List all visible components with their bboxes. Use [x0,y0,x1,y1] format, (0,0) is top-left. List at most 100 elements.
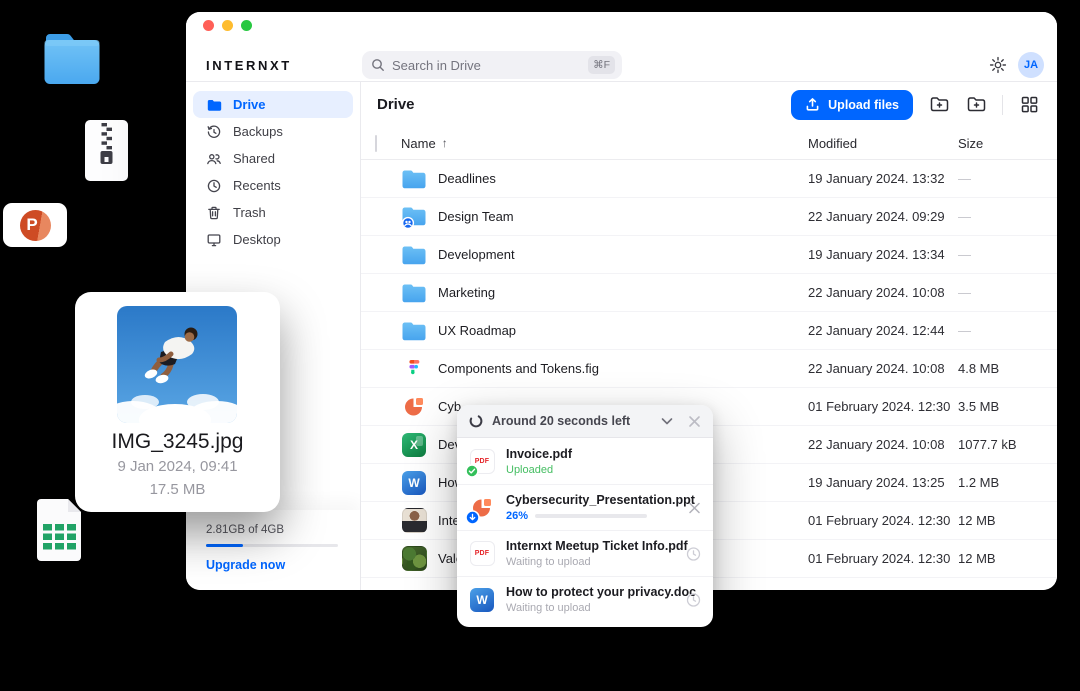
desktop-blue-folder-icon[interactable] [38,27,106,89]
upload-file-name: Invoice.pdf [506,447,572,461]
sidebar-item-label: Shared [233,151,275,166]
avatar[interactable]: JA [1018,52,1044,78]
upgrade-link[interactable]: Upgrade now [206,558,340,572]
table-header: Name ↑ Modified Size [361,127,1057,160]
settings-button[interactable] [989,56,1007,74]
upload-item[interactable]: Cybersecurity_Presentation.ppt 26% [457,484,713,530]
word-file-icon: W [470,588,494,612]
folder-plus-icon [966,94,987,115]
minimize-window-button[interactable] [222,20,233,31]
file-modified: 22 January 2024. 10:08 [808,285,958,300]
cancel-upload-icon[interactable] [688,501,701,514]
grid-view-button[interactable] [1018,94,1040,116]
gear-icon [989,56,1007,74]
file-name: Deadlines [438,171,496,186]
file-modified: 22 January 2024. 10:08 [808,437,958,452]
upload-files-button[interactable]: Upload files [791,90,913,120]
sidebar-item-label: Recents [233,178,281,193]
file-name: Development [438,247,515,262]
sidebar-item-drive[interactable]: Drive [193,91,353,118]
search-placeholder: Search in Drive [392,58,481,73]
create-folder-button[interactable] [965,94,987,116]
upload-item[interactable]: PDF Internxt Meetup Ticket Info.pdf Wait… [457,530,713,576]
search-input[interactable]: Search in Drive ⌘F [362,51,622,79]
powerpoint-logo: P [20,210,51,241]
file-size: 4.8 MB [958,361,1057,376]
file-modified: 01 February 2024. 12:30 [808,399,958,414]
file-name: Components and Tokens.fig [438,361,599,376]
image-preview-card[interactable]: IMG_3245.jpg 9 Jan 2024, 09:41 17.5 MB [75,292,280,512]
sidebar-item-backups[interactable]: Backups [193,118,353,145]
upload-status: Waiting to upload [506,556,688,568]
sidebar-item-desktop[interactable]: Desktop [193,226,353,253]
table-row[interactable]: Deadlines 19 January 2024. 13:32 — [361,160,1057,198]
file-size: 1.2 MB [958,475,1057,490]
toolbar-separator [1002,95,1003,115]
sidebar-item-recents[interactable]: Recents [193,172,353,199]
shared-folder-icon [401,204,427,230]
excel-file-icon: X [402,433,426,457]
column-header-size[interactable]: Size [958,136,1057,151]
column-header-name[interactable]: Name ↑ [401,136,808,151]
file-size: 12 MB [958,551,1057,566]
file-size: — [958,323,1057,338]
table-row[interactable]: Development 19 January 2024. 13:34 — [361,236,1057,274]
blue-folder-icon [401,280,427,306]
upload-button-label: Upload files [828,98,899,112]
upload-folder-button[interactable] [928,94,950,116]
spinner-icon [469,414,483,428]
powerpoint-app-icon[interactable]: P [3,203,67,247]
photo-plant-thumbnail [402,546,427,571]
upload-arrow-icon [805,97,820,112]
sidebar-item-trash[interactable]: Trash [193,199,353,226]
upload-file-name: How to protect your privacy.doc [506,585,696,599]
file-size: 3.5 MB [958,399,1057,414]
upload-status: Waiting to upload [506,602,696,614]
file-modified: 19 January 2024. 13:34 [808,247,958,262]
photo-person-thumbnail [402,508,427,533]
monitor-icon [206,232,222,248]
storage-fill [206,544,243,547]
toolbar: Drive Upload files [361,82,1057,127]
page-title: Drive [377,96,415,113]
trash-icon [206,205,222,221]
people-icon [206,151,222,167]
window-header: INTERNXT Search in Drive ⌘F JA [186,12,1057,82]
blue-folder-icon [401,166,427,192]
maximize-window-button[interactable] [241,20,252,31]
clock-icon [686,546,701,561]
zip-file-icon[interactable] [84,119,129,182]
file-modified: 19 January 2024. 13:25 [808,475,958,490]
clock-icon [686,592,701,607]
close-window-button[interactable] [203,20,214,31]
sidebar-item-shared[interactable]: Shared [193,145,353,172]
spreadsheet-file-icon[interactable] [33,497,83,563]
table-row[interactable]: Design Team 22 January 2024. 09:29 — [361,198,1057,236]
desktop-background: { "window": { "traffic_lights": { "close… [0,0,1080,691]
word-file-icon: W [402,471,426,495]
upload-percent: 26% [506,510,528,522]
upload-item[interactable]: PDF Invoice.pdf Uploaded [457,438,713,484]
sidebar-item-label: Backups [233,124,283,139]
file-name: UX Roadmap [438,323,516,338]
preview-size: 17.5 MB [75,481,280,498]
backup-restore-icon [206,124,222,140]
sidebar-item-label: Drive [233,97,266,112]
chevron-down-icon[interactable] [660,414,674,428]
powerpoint-file-icon [401,394,427,420]
table-row[interactable]: Marketing 22 January 2024. 10:08 — [361,274,1057,312]
upload-progress-popup: Around 20 seconds left PDF Invoice.pdf U… [457,405,713,627]
table-row[interactable]: Components and Tokens.fig 22 January 202… [361,350,1057,388]
select-all-checkbox[interactable] [375,135,377,152]
blue-folder-icon [401,242,427,268]
upload-time-remaining: Around 20 seconds left [492,414,630,428]
folder-upload-icon [929,94,950,115]
table-row[interactable]: UX Roadmap 22 January 2024. 12:44 — [361,312,1057,350]
file-name: Marketing [438,285,495,300]
file-modified: 19 January 2024. 13:32 [808,171,958,186]
column-header-modified[interactable]: Modified [808,136,958,151]
file-size: 1077.7 kB [958,437,1057,452]
upload-item[interactable]: W How to protect your privacy.doc Waitin… [457,576,713,622]
upload-file-name: Cybersecurity_Presentation.ppt [506,493,695,507]
close-icon[interactable] [688,415,701,428]
